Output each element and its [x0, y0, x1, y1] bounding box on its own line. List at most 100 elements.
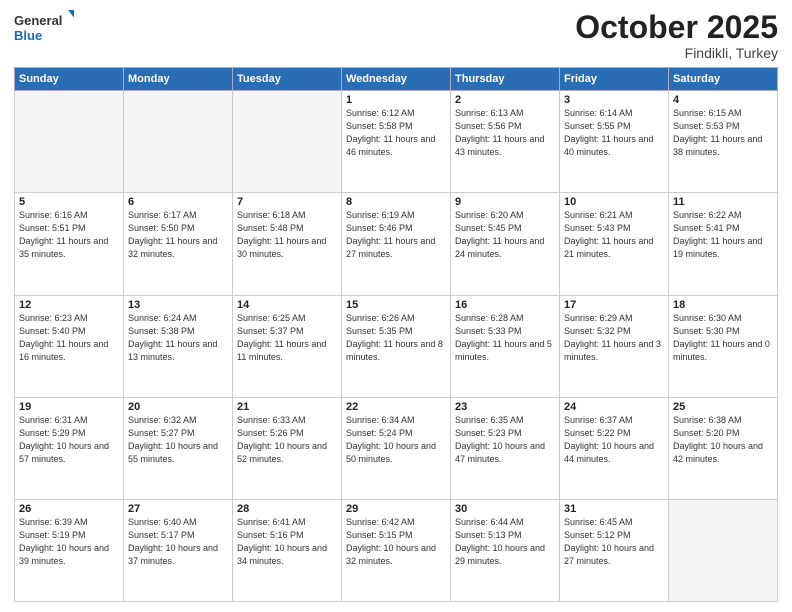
day-info: Sunrise: 6:21 AMSunset: 5:43 PMDaylight:…	[564, 209, 664, 261]
svg-text:General: General	[14, 13, 62, 28]
day-number: 20	[128, 401, 228, 413]
calendar-cell: 29Sunrise: 6:42 AMSunset: 5:15 PMDayligh…	[342, 499, 451, 601]
day-number: 29	[346, 503, 446, 515]
calendar-cell: 14Sunrise: 6:25 AMSunset: 5:37 PMDayligh…	[233, 295, 342, 397]
calendar-cell: 22Sunrise: 6:34 AMSunset: 5:24 PMDayligh…	[342, 397, 451, 499]
calendar-cell: 6Sunrise: 6:17 AMSunset: 5:50 PMDaylight…	[124, 193, 233, 295]
day-info: Sunrise: 6:30 AMSunset: 5:30 PMDaylight:…	[673, 312, 773, 364]
calendar-cell: 2Sunrise: 6:13 AMSunset: 5:56 PMDaylight…	[451, 91, 560, 193]
day-number: 11	[673, 196, 773, 208]
day-number: 6	[128, 196, 228, 208]
day-info: Sunrise: 6:45 AMSunset: 5:12 PMDaylight:…	[564, 516, 664, 568]
day-info: Sunrise: 6:23 AMSunset: 5:40 PMDaylight:…	[19, 312, 119, 364]
day-number: 24	[564, 401, 664, 413]
day-info: Sunrise: 6:28 AMSunset: 5:33 PMDaylight:…	[455, 312, 555, 364]
calendar-cell: 3Sunrise: 6:14 AMSunset: 5:55 PMDaylight…	[560, 91, 669, 193]
calendar-cell: 4Sunrise: 6:15 AMSunset: 5:53 PMDaylight…	[669, 91, 778, 193]
day-info: Sunrise: 6:24 AMSunset: 5:38 PMDaylight:…	[128, 312, 228, 364]
day-info: Sunrise: 6:39 AMSunset: 5:19 PMDaylight:…	[19, 516, 119, 568]
calendar-cell: 13Sunrise: 6:24 AMSunset: 5:38 PMDayligh…	[124, 295, 233, 397]
day-info: Sunrise: 6:35 AMSunset: 5:23 PMDaylight:…	[455, 414, 555, 466]
day-number: 28	[237, 503, 337, 515]
logo: General Blue	[14, 10, 74, 46]
weekday-header-friday: Friday	[560, 68, 669, 91]
calendar-cell: 10Sunrise: 6:21 AMSunset: 5:43 PMDayligh…	[560, 193, 669, 295]
day-info: Sunrise: 6:42 AMSunset: 5:15 PMDaylight:…	[346, 516, 446, 568]
day-info: Sunrise: 6:41 AMSunset: 5:16 PMDaylight:…	[237, 516, 337, 568]
day-info: Sunrise: 6:19 AMSunset: 5:46 PMDaylight:…	[346, 209, 446, 261]
day-number: 1	[346, 94, 446, 106]
calendar-cell: 24Sunrise: 6:37 AMSunset: 5:22 PMDayligh…	[560, 397, 669, 499]
calendar-table: SundayMondayTuesdayWednesdayThursdayFrid…	[14, 67, 778, 602]
calendar-cell: 18Sunrise: 6:30 AMSunset: 5:30 PMDayligh…	[669, 295, 778, 397]
day-info: Sunrise: 6:40 AMSunset: 5:17 PMDaylight:…	[128, 516, 228, 568]
page: General Blue October 2025 Findikli, Turk…	[0, 0, 792, 612]
calendar-cell: 23Sunrise: 6:35 AMSunset: 5:23 PMDayligh…	[451, 397, 560, 499]
day-number: 13	[128, 299, 228, 311]
calendar-cell	[124, 91, 233, 193]
day-info: Sunrise: 6:26 AMSunset: 5:35 PMDaylight:…	[346, 312, 446, 364]
calendar-cell: 25Sunrise: 6:38 AMSunset: 5:20 PMDayligh…	[669, 397, 778, 499]
day-number: 10	[564, 196, 664, 208]
generalblue-logo-icon: General Blue	[14, 10, 74, 46]
day-number: 7	[237, 196, 337, 208]
weekday-header-tuesday: Tuesday	[233, 68, 342, 91]
location: Findikli, Turkey	[575, 45, 778, 61]
day-number: 14	[237, 299, 337, 311]
weekday-header-wednesday: Wednesday	[342, 68, 451, 91]
calendar-cell: 30Sunrise: 6:44 AMSunset: 5:13 PMDayligh…	[451, 499, 560, 601]
day-info: Sunrise: 6:16 AMSunset: 5:51 PMDaylight:…	[19, 209, 119, 261]
day-info: Sunrise: 6:15 AMSunset: 5:53 PMDaylight:…	[673, 107, 773, 159]
calendar-cell	[233, 91, 342, 193]
weekday-header-monday: Monday	[124, 68, 233, 91]
calendar-cell: 11Sunrise: 6:22 AMSunset: 5:41 PMDayligh…	[669, 193, 778, 295]
header: General Blue October 2025 Findikli, Turk…	[14, 10, 778, 61]
day-number: 3	[564, 94, 664, 106]
calendar-cell: 21Sunrise: 6:33 AMSunset: 5:26 PMDayligh…	[233, 397, 342, 499]
day-number: 25	[673, 401, 773, 413]
day-info: Sunrise: 6:32 AMSunset: 5:27 PMDaylight:…	[128, 414, 228, 466]
title-block: October 2025 Findikli, Turkey	[575, 10, 778, 61]
day-info: Sunrise: 6:25 AMSunset: 5:37 PMDaylight:…	[237, 312, 337, 364]
calendar-cell: 26Sunrise: 6:39 AMSunset: 5:19 PMDayligh…	[15, 499, 124, 601]
day-number: 5	[19, 196, 119, 208]
day-info: Sunrise: 6:37 AMSunset: 5:22 PMDaylight:…	[564, 414, 664, 466]
day-number: 16	[455, 299, 555, 311]
svg-text:Blue: Blue	[14, 28, 42, 43]
day-number: 26	[19, 503, 119, 515]
day-number: 21	[237, 401, 337, 413]
day-number: 15	[346, 299, 446, 311]
day-number: 8	[346, 196, 446, 208]
day-number: 4	[673, 94, 773, 106]
day-info: Sunrise: 6:20 AMSunset: 5:45 PMDaylight:…	[455, 209, 555, 261]
calendar-cell: 5Sunrise: 6:16 AMSunset: 5:51 PMDaylight…	[15, 193, 124, 295]
calendar-cell	[669, 499, 778, 601]
day-info: Sunrise: 6:18 AMSunset: 5:48 PMDaylight:…	[237, 209, 337, 261]
day-info: Sunrise: 6:31 AMSunset: 5:29 PMDaylight:…	[19, 414, 119, 466]
weekday-header-thursday: Thursday	[451, 68, 560, 91]
day-info: Sunrise: 6:29 AMSunset: 5:32 PMDaylight:…	[564, 312, 664, 364]
day-info: Sunrise: 6:38 AMSunset: 5:20 PMDaylight:…	[673, 414, 773, 466]
day-info: Sunrise: 6:44 AMSunset: 5:13 PMDaylight:…	[455, 516, 555, 568]
month-title: October 2025	[575, 10, 778, 45]
day-info: Sunrise: 6:22 AMSunset: 5:41 PMDaylight:…	[673, 209, 773, 261]
day-number: 19	[19, 401, 119, 413]
calendar-cell: 12Sunrise: 6:23 AMSunset: 5:40 PMDayligh…	[15, 295, 124, 397]
day-info: Sunrise: 6:17 AMSunset: 5:50 PMDaylight:…	[128, 209, 228, 261]
day-info: Sunrise: 6:34 AMSunset: 5:24 PMDaylight:…	[346, 414, 446, 466]
day-number: 17	[564, 299, 664, 311]
calendar-cell: 7Sunrise: 6:18 AMSunset: 5:48 PMDaylight…	[233, 193, 342, 295]
calendar-cell	[15, 91, 124, 193]
calendar-cell: 8Sunrise: 6:19 AMSunset: 5:46 PMDaylight…	[342, 193, 451, 295]
calendar-cell: 19Sunrise: 6:31 AMSunset: 5:29 PMDayligh…	[15, 397, 124, 499]
calendar-cell: 15Sunrise: 6:26 AMSunset: 5:35 PMDayligh…	[342, 295, 451, 397]
day-info: Sunrise: 6:14 AMSunset: 5:55 PMDaylight:…	[564, 107, 664, 159]
day-number: 2	[455, 94, 555, 106]
day-number: 30	[455, 503, 555, 515]
day-number: 23	[455, 401, 555, 413]
calendar-cell: 17Sunrise: 6:29 AMSunset: 5:32 PMDayligh…	[560, 295, 669, 397]
day-number: 9	[455, 196, 555, 208]
calendar-cell: 27Sunrise: 6:40 AMSunset: 5:17 PMDayligh…	[124, 499, 233, 601]
calendar-cell: 16Sunrise: 6:28 AMSunset: 5:33 PMDayligh…	[451, 295, 560, 397]
day-info: Sunrise: 6:12 AMSunset: 5:58 PMDaylight:…	[346, 107, 446, 159]
